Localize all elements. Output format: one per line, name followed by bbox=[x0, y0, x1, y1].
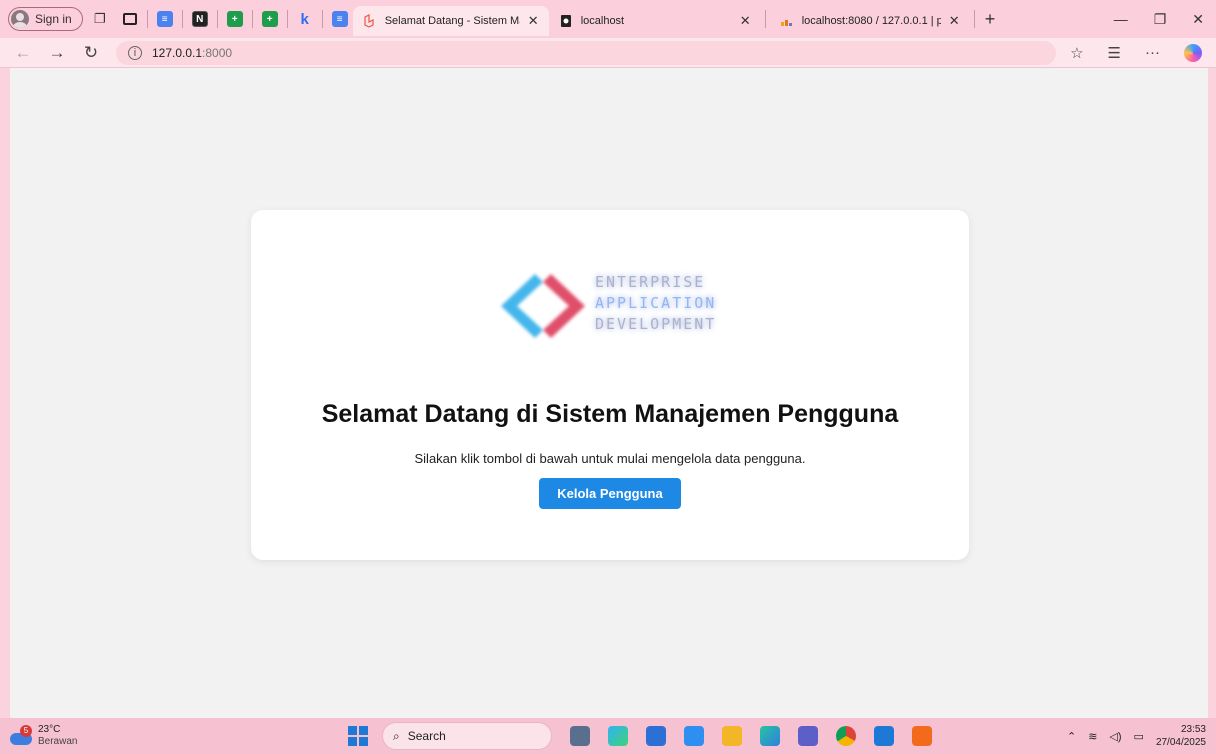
chevron-up-icon[interactable]: ⌃ bbox=[1067, 730, 1076, 743]
window-controls: — ❐ ✕ bbox=[1114, 11, 1216, 28]
logo-line-2: APPLICATION bbox=[595, 294, 717, 312]
task-view-icon[interactable] bbox=[570, 726, 590, 746]
tab-separator bbox=[216, 10, 218, 28]
store-icon[interactable] bbox=[646, 726, 666, 746]
pinned-tab-sheets-2-icon[interactable]: + bbox=[261, 11, 278, 27]
weather-widget[interactable]: 5 23°C Berawan bbox=[10, 724, 77, 748]
url-text: 127.0.0.1:8000 bbox=[152, 46, 232, 60]
clock-time: 23:53 bbox=[1180, 724, 1206, 735]
welcome-card: ENTERPRISE APPLICATION DEVELOPMENT Selam… bbox=[251, 210, 969, 560]
sign-in-label: Sign in bbox=[35, 12, 72, 26]
tab-separator bbox=[321, 10, 323, 28]
tab-actions-icon[interactable] bbox=[117, 6, 143, 32]
search-icon: ⌕ bbox=[393, 728, 400, 743]
more-options-icon[interactable]: ··· bbox=[1145, 44, 1160, 61]
pinned-tab-k-icon[interactable]: k bbox=[297, 11, 313, 28]
site-info-icon[interactable]: i bbox=[128, 45, 142, 60]
taskbar-search[interactable]: ⌕ Search bbox=[382, 722, 552, 750]
tab-phpmyadmin[interactable]: localhost:8080 / 127.0.0.1 | phpMyAdmin … bbox=[770, 6, 970, 36]
weather-temperature: 23°C bbox=[38, 724, 61, 735]
url-port: :8000 bbox=[202, 45, 233, 60]
system-tray: ⌃ ≋ ◁) ▭ 23:53 27/04/2025 bbox=[1067, 723, 1206, 749]
sign-in-button[interactable]: Sign in bbox=[8, 7, 83, 31]
edge-browser-icon[interactable] bbox=[608, 726, 628, 746]
weather-cloud-icon: 5 bbox=[10, 725, 32, 747]
weather-badge: 5 bbox=[20, 725, 32, 737]
tab-label: localhost bbox=[580, 15, 625, 27]
system-clock[interactable]: 23:53 27/04/2025 bbox=[1156, 723, 1206, 749]
tab-separator bbox=[146, 10, 148, 28]
minimize-icon[interactable]: — bbox=[1114, 11, 1128, 28]
url-host: 127.0.0.1 bbox=[152, 45, 203, 60]
chrome-icon[interactable] bbox=[836, 726, 856, 746]
close-window-icon[interactable]: ✕ bbox=[1192, 11, 1204, 28]
windows-taskbar: 5 23°C Berawan ⌕ Search ⌃ ≋ ◁) ▭ 23:53 2… bbox=[0, 718, 1216, 754]
toolbar-actions: ☆ ☰ ··· bbox=[1070, 43, 1216, 62]
logo-text: ENTERPRISE APPLICATION DEVELOPMENT bbox=[595, 272, 716, 335]
favorite-star-icon[interactable]: ☆ bbox=[1070, 44, 1083, 62]
close-tab-icon[interactable]: ✕ bbox=[949, 13, 960, 29]
manage-users-button[interactable]: Kelola Pengguna bbox=[539, 478, 681, 509]
workspaces-icon[interactable]: ❐ bbox=[87, 6, 113, 32]
laravel-icon bbox=[364, 14, 374, 28]
diamond-logo-icon bbox=[501, 274, 585, 338]
phpmyadmin-icon bbox=[780, 20, 792, 26]
forward-arrow-icon[interactable]: → bbox=[40, 43, 74, 63]
tab-localhost[interactable]: localhost ✕ bbox=[549, 6, 761, 36]
battery-icon[interactable]: ▭ bbox=[1134, 730, 1144, 743]
page-viewport: ENTERPRISE APPLICATION DEVELOPMENT Selam… bbox=[10, 68, 1208, 718]
favorites-list-icon[interactable]: ☰ bbox=[1108, 44, 1121, 62]
logo-line-1: ENTERPRISE bbox=[595, 273, 706, 291]
address-bar[interactable]: i 127.0.0.1:8000 bbox=[116, 40, 1056, 65]
close-tab-icon[interactable]: ✕ bbox=[740, 13, 751, 29]
tab-separator bbox=[251, 10, 253, 28]
tab-separator bbox=[286, 10, 288, 28]
edge-dev-icon[interactable] bbox=[760, 726, 780, 746]
tab-separator bbox=[181, 10, 183, 28]
close-tab-icon[interactable]: ✕ bbox=[528, 13, 539, 29]
back-arrow-icon[interactable]: ← bbox=[6, 43, 40, 63]
teams-icon[interactable] bbox=[798, 726, 818, 746]
restore-icon[interactable]: ❐ bbox=[1154, 11, 1167, 28]
browser-toolbar: ← → ↻ i 127.0.0.1:8000 ☆ ☰ ··· bbox=[0, 38, 1216, 68]
pinned-tab-sheets-icon[interactable]: + bbox=[226, 11, 243, 27]
clock-date: 27/04/2025 bbox=[1155, 737, 1206, 748]
weather-condition: Berawan bbox=[38, 736, 78, 747]
wifi-icon[interactable]: ≋ bbox=[1088, 730, 1097, 743]
taskbar-search-label: Search bbox=[407, 729, 446, 743]
taskbar-apps: ⌕ Search bbox=[348, 722, 932, 750]
page-document-icon bbox=[560, 15, 571, 27]
tab-label: localhost:8080 / 127.0.0.1 | phpMyAdmin bbox=[801, 15, 941, 27]
tab-separator bbox=[973, 10, 975, 28]
vscode-icon[interactable] bbox=[874, 726, 894, 746]
copilot-icon[interactable] bbox=[1184, 43, 1202, 62]
pinned-tab-docs-2-icon[interactable]: ≡ bbox=[331, 11, 348, 27]
file-explorer-icon[interactable] bbox=[722, 726, 742, 746]
xampp-icon[interactable] bbox=[912, 726, 932, 746]
browser-tab-strip: Sign in ❐ ≡ N + + k ≡ Selamat Datang - S… bbox=[0, 0, 1216, 38]
new-tab-button[interactable]: + bbox=[985, 9, 996, 30]
logo-line-3: DEVELOPMENT bbox=[595, 315, 717, 333]
pinned-tab-notion-icon[interactable]: N bbox=[191, 11, 208, 27]
dropbox-icon[interactable] bbox=[684, 726, 704, 746]
page-title: Selamat Datang di Sistem Manajemen Pengg… bbox=[321, 400, 899, 428]
volume-icon[interactable]: ◁) bbox=[1109, 730, 1121, 743]
profile-avatar-icon bbox=[11, 10, 29, 28]
windows-start-icon[interactable] bbox=[348, 726, 368, 746]
tab-label: Selamat Datang - Sistem Manajemen Penggu… bbox=[384, 15, 520, 27]
tab-selamat-datang[interactable]: Selamat Datang - Sistem Manajemen Penggu… bbox=[352, 6, 549, 36]
tab-separator bbox=[764, 10, 766, 28]
enterprise-app-dev-logo: ENTERPRISE APPLICATION DEVELOPMENT bbox=[495, 266, 727, 346]
refresh-icon[interactable]: ↻ bbox=[74, 43, 108, 63]
page-subtitle: Silakan klik tombol di bawah untuk mulai… bbox=[414, 451, 806, 466]
pinned-tab-docs-icon[interactable]: ≡ bbox=[156, 11, 173, 27]
